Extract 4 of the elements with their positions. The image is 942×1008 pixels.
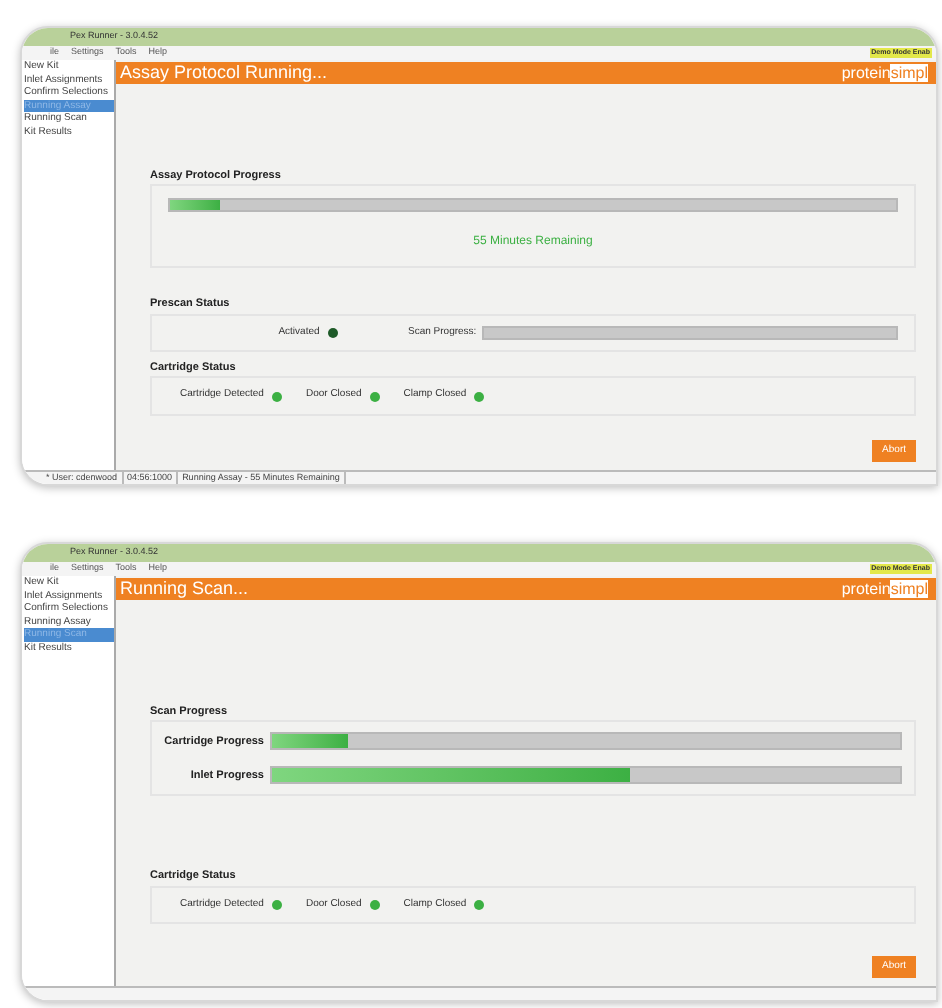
brand-logo: proteinsimpl <box>841 65 928 81</box>
page-heading: Assay Protocol Running... <box>120 64 328 82</box>
brand-logo: proteinsimpl <box>841 581 928 597</box>
page-heading: Running Scan... <box>120 580 249 598</box>
